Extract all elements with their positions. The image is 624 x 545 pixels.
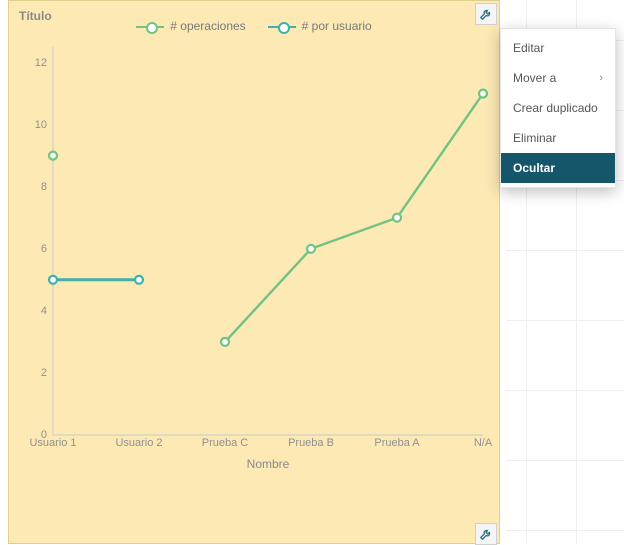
legend-marker-icon [268,20,296,32]
legend-item-por-usuario[interactable]: # por usuario [268,19,372,33]
wrench-icon [479,527,493,541]
x-tick-label: Usuario 1 [29,437,76,449]
x-tick-label: Prueba C [202,437,248,449]
legend-label: # operaciones [170,19,245,33]
menu-item-eliminar[interactable]: Eliminar [501,123,615,153]
menu-item-ocultar[interactable]: Ocultar [501,153,615,183]
plot-area [53,47,483,435]
x-tick-label: Prueba B [288,437,334,449]
menu-item-crear-duplicado[interactable]: Crear duplicado [501,93,615,123]
context-menu: Editar Mover a › Crear duplicado Elimina… [500,28,616,188]
menu-item-label: Ocultar [513,161,555,175]
menu-item-mover-a[interactable]: Mover a › [501,63,615,93]
menu-item-label: Editar [513,41,544,55]
y-axis: 0 2 4 6 8 10 12 [9,47,53,435]
x-axis-title: Nombre [53,457,483,471]
legend-item-operaciones[interactable]: # operaciones [136,19,245,33]
chevron-right-icon: › [599,72,603,84]
y-tick-label: 12 [35,57,47,69]
x-tick-label: Usuario 2 [115,437,162,449]
settings-button[interactable] [475,3,497,25]
y-tick-label: 10 [35,119,47,131]
legend-marker-icon [136,20,164,32]
menu-item-label: Crear duplicado [513,101,598,115]
y-tick-label: 4 [41,305,47,317]
y-tick-label: 2 [41,367,47,379]
x-tick-label: N/A [474,437,492,449]
menu-item-editar[interactable]: Editar [501,33,615,63]
y-tick-label: 6 [41,243,47,255]
y-tick-label: 8 [41,181,47,193]
legend-label: # por usuario [302,19,372,33]
bottom-corner-button[interactable] [475,523,497,545]
wrench-icon [479,7,493,21]
chart-legend: # operaciones # por usuario [9,19,499,33]
chart-lines [53,47,483,435]
x-tick-label: Prueba A [374,437,419,449]
menu-item-label: Eliminar [513,131,556,145]
chart-panel: Título # operaciones # por usuario 0 2 4… [8,0,500,544]
menu-item-label: Mover a [513,71,556,85]
